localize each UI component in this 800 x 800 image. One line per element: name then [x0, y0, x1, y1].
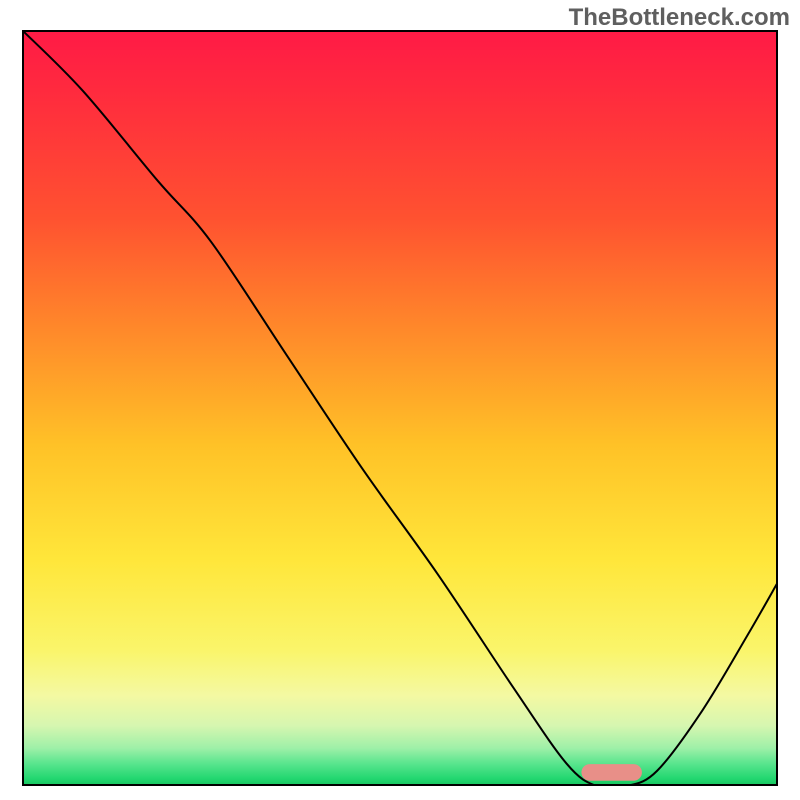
- optimal-marker: [22, 30, 778, 786]
- optimal-zone-bar: [581, 764, 641, 781]
- chart-container: TheBottleneck.com: [0, 0, 800, 800]
- plot-area: [22, 30, 778, 786]
- watermark-text: TheBottleneck.com: [569, 4, 790, 32]
